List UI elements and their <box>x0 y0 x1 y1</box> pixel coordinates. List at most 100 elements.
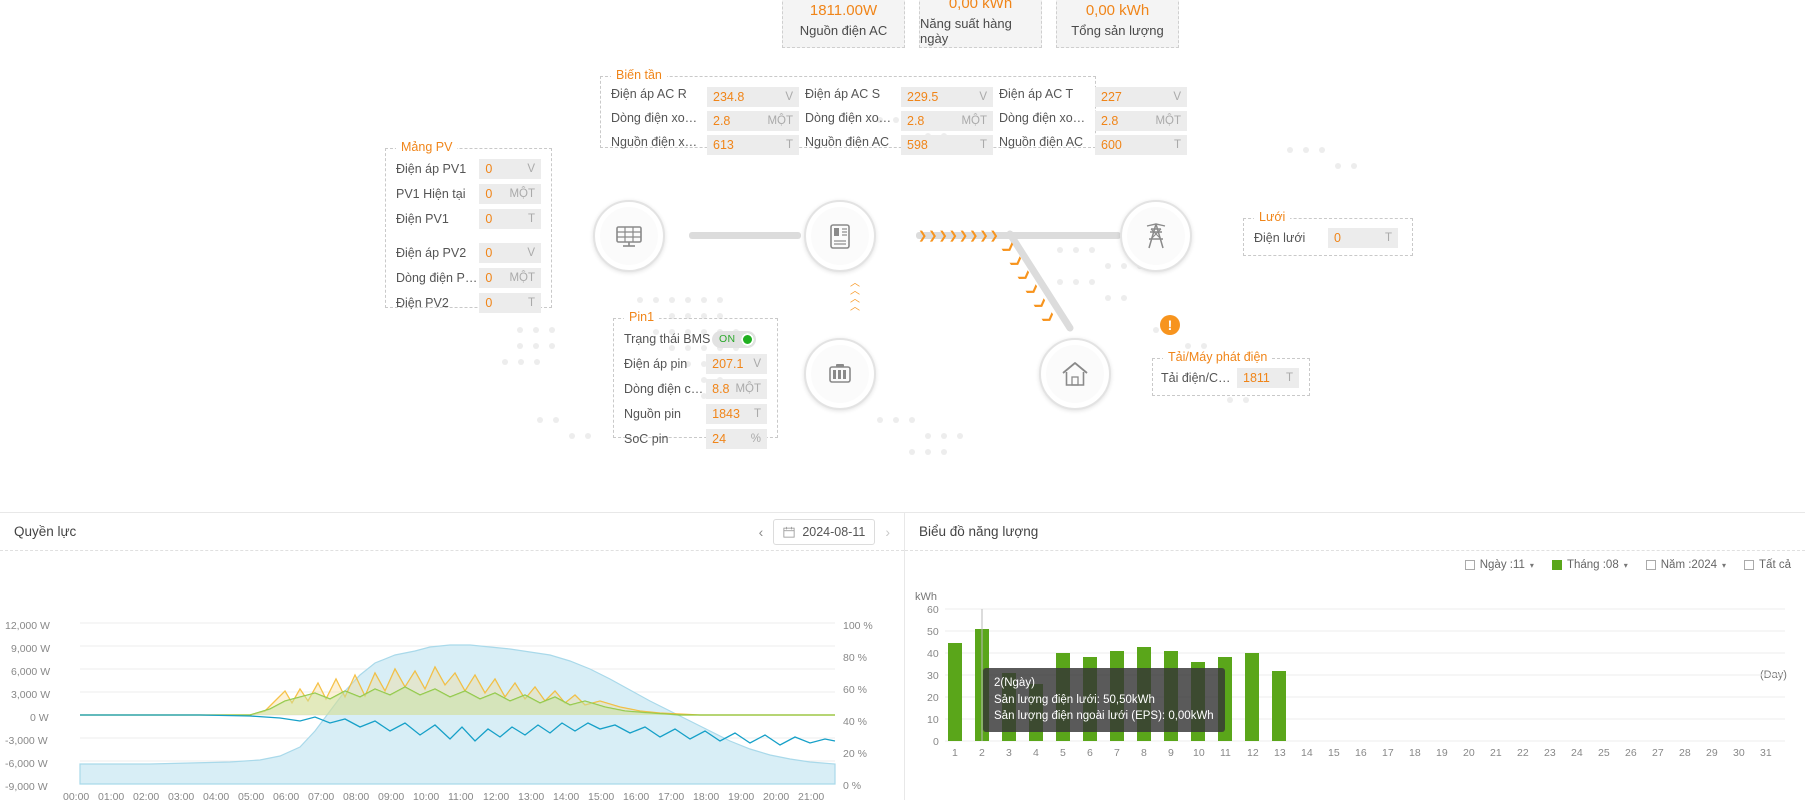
field-ac-power-r: 613 T <box>707 135 799 155</box>
node-pv-array[interactable] <box>593 200 665 272</box>
chevron-right-icon: ❯ <box>918 229 928 242</box>
field-unit: MỘT <box>961 115 987 127</box>
x-tick: 28 <box>1679 747 1691 759</box>
x-tick: 7 <box>1114 747 1120 759</box>
x-tick: 14 <box>1301 747 1313 759</box>
svg-text:❯: ❯ <box>1040 310 1057 326</box>
field-value: 207.1 <box>712 357 744 371</box>
field-value: 2.8 <box>713 114 731 128</box>
x-tick: 12:00 <box>483 791 510 800</box>
field-label: Dòng điện của ... <box>624 382 706 396</box>
x-tick: 1 <box>952 747 958 759</box>
battery-panel: Pin1 Trạng thái BMS ON Điện áp pin 207.1… <box>613 310 778 449</box>
pv-row: Điện áp PV2 0 V <box>396 243 541 263</box>
load-panel: Tải/Máy phát điện Tải điện/Công ... 1811… <box>1152 350 1310 396</box>
pv-row: Điện PV2 0 T <box>396 293 541 313</box>
x-tick: 00:00 <box>63 791 90 800</box>
pv-row: Điện áp PV1 0 V <box>396 159 541 179</box>
field-label: Dòng điện xoa... <box>611 111 701 125</box>
field-unit: % <box>750 433 761 445</box>
tooltip-line-on-grid: Sản lượng điện lưới: 50,50kWh <box>994 694 1155 706</box>
field-pv2-current: 0 MỘT <box>479 268 541 288</box>
battery-icon <box>829 364 851 383</box>
chevron-up-icon: ︿ <box>850 302 860 313</box>
energy-chart-panel: Biểu đồ năng lượng Ngày :11 ▾ Tháng :08 … <box>905 513 1805 800</box>
chevron-right-icon: ❯ <box>979 229 989 242</box>
x-tick: 24 <box>1571 747 1583 759</box>
grid-row: Điện lưới 0 T <box>1254 228 1402 248</box>
field-value: 234.8 <box>713 90 745 104</box>
field-unit: MỘT <box>735 383 761 395</box>
x-tick: 27 <box>1652 747 1664 759</box>
node-grid[interactable] <box>1120 200 1192 272</box>
node-inverter[interactable] <box>804 200 876 272</box>
power-chart-header: Quyền lực ‹ 2024-08-11 › <box>0 513 904 551</box>
x-tick: 01:00 <box>98 791 125 800</box>
field-label: Dòng điện xoa... <box>999 111 1089 125</box>
chevron-right-icon: ❯ <box>948 229 958 242</box>
x-tick: 22 <box>1517 747 1529 759</box>
field-value: 2.8 <box>1101 114 1119 128</box>
energy-chart-header: Biểu đồ năng lượng <box>905 513 1805 551</box>
field-unit: T <box>1384 232 1392 244</box>
field-unit: V <box>1173 91 1181 103</box>
pv-array-panel: Mảng PV Điện áp PV1 0 V PV1 Hiện tại 0 M… <box>385 140 552 313</box>
field-label: Nguồn pin <box>624 407 681 421</box>
bms-status-toggle[interactable]: ON <box>712 330 756 348</box>
field-ac-voltage-t: 227 V <box>1095 87 1187 107</box>
x-tick: 05:00 <box>238 791 265 800</box>
warning-badge-icon[interactable]: ! <box>1160 315 1180 335</box>
field-unit: MỘT <box>509 188 535 200</box>
x-tick: 4 <box>1033 747 1039 759</box>
battery-row: SoC pin 24 % <box>624 429 767 449</box>
field-value: 227 <box>1101 90 1122 104</box>
node-home-load[interactable] <box>1039 338 1111 410</box>
x-tick: 18:00 <box>693 791 720 800</box>
warning-badge-glyph: ! <box>1167 317 1173 333</box>
field-unit: V <box>527 247 535 259</box>
node-inner <box>811 207 869 265</box>
toggle-knob-icon <box>741 332 754 346</box>
field-label: Điện áp AC T <box>999 87 1074 101</box>
x-tick: 11 <box>1220 747 1231 759</box>
node-battery[interactable] <box>804 338 876 410</box>
field-value: 0 <box>485 296 493 310</box>
field-label: Điện áp pin <box>624 357 688 371</box>
field-label: PV1 Hiện tại <box>396 187 466 201</box>
x-tick: 06:00 <box>273 791 300 800</box>
x-tick: 17:00 <box>658 791 685 800</box>
next-day-button[interactable]: › <box>885 524 890 540</box>
x-tick: 17 <box>1382 747 1394 759</box>
field-unit: MỘT <box>1155 115 1181 127</box>
field-unit: T <box>753 408 761 420</box>
x-tick: 9 <box>1168 747 1174 759</box>
date-picker[interactable]: 2024-08-11 <box>773 518 876 545</box>
x-tick: 15 <box>1328 747 1340 759</box>
field-value: 0 <box>485 271 493 285</box>
prev-day-button[interactable]: ‹ <box>759 524 764 540</box>
x-tick: 16:00 <box>623 791 650 800</box>
x-tick: 18 <box>1409 747 1421 759</box>
inverter-panel-title: Biến tần <box>611 68 667 82</box>
field-label: Điện áp PV2 <box>396 246 467 260</box>
field-value: 1843 <box>712 407 740 421</box>
bms-status-row: Trạng thái BMS ON <box>624 329 767 349</box>
field-label: Dòng điện xoa... <box>805 111 895 125</box>
field-unit: V <box>527 163 535 175</box>
x-tick: 23 <box>1544 747 1556 759</box>
field-ac-power-t: 600 T <box>1095 135 1187 155</box>
x-tick: 31 <box>1760 747 1772 759</box>
field-unit: V <box>785 91 793 103</box>
power-chart-panel: Quyền lực ‹ 2024-08-11 › 12,000 W 9,000 … <box>0 513 905 800</box>
power-chart-plot: 12,000 W 9,000 W 6,000 W 3,000 W 0 W -3,… <box>0 551 904 800</box>
date-navigator: ‹ 2024-08-11 › <box>759 518 890 545</box>
x-tick: 19 <box>1436 747 1448 759</box>
power-chart-title: Quyền lực <box>14 524 77 539</box>
field-value: 0 <box>1334 231 1341 245</box>
field-value: 598 <box>907 138 928 152</box>
pv-row: Điện PV1 0 T <box>396 209 541 229</box>
field-value: 600 <box>1101 138 1122 152</box>
pv-row: Dòng điện PV2 0 MỘT <box>396 268 541 288</box>
field-unit: T <box>1285 372 1293 384</box>
x-tick: 30 <box>1733 747 1745 759</box>
